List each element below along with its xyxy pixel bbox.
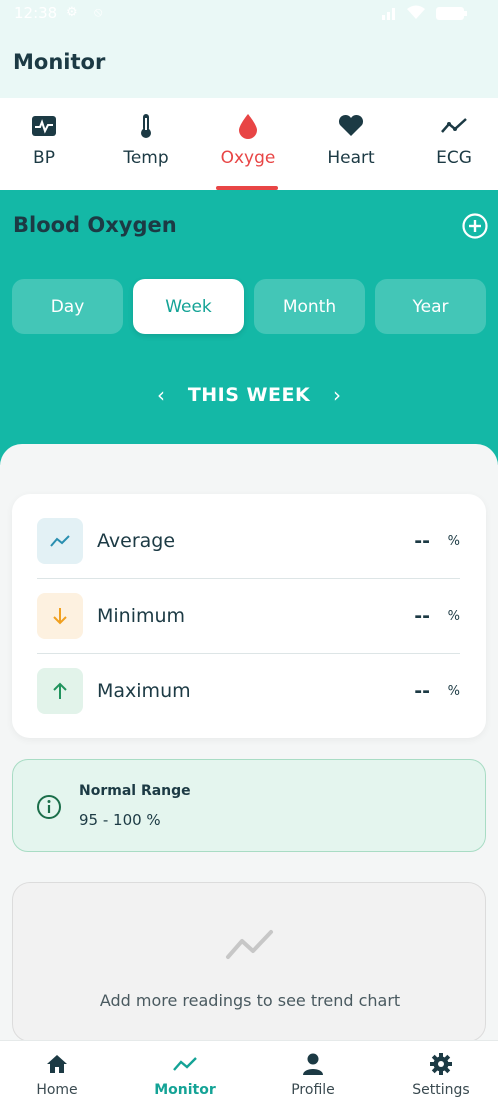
trend-chart-icon: [226, 930, 273, 959]
arrow-up-icon: [37, 668, 83, 714]
blood-oxygen-header: Blood Oxygen Day Week Month Year ‹ THIS …: [0, 190, 498, 465]
wifi-icon: [407, 5, 425, 19]
page-title: Monitor: [13, 50, 106, 74]
normal-range-card: Normal Range 95 - 100 %: [12, 759, 486, 852]
heart-icon: [338, 114, 364, 136]
nav-settings[interactable]: Settings: [386, 1041, 496, 1120]
nav-label: Profile: [291, 1082, 335, 1098]
person-icon: [303, 1053, 323, 1075]
arrow-down-icon: [37, 593, 83, 639]
week-label: THIS WEEK: [187, 384, 311, 406]
stat-label: Minimum: [97, 605, 186, 627]
tab-label: ECG: [436, 148, 472, 168]
info-icon: [37, 795, 61, 819]
stat-value: --: [414, 680, 430, 702]
app-header: Monitor: [0, 26, 498, 98]
tab-ecg[interactable]: ECG: [404, 98, 498, 190]
home-icon: [47, 1055, 67, 1073]
stat-row-maximum: Maximum -- %: [37, 644, 460, 719]
period-day-button[interactable]: Day: [12, 279, 123, 334]
tab-temp[interactable]: Temp: [96, 98, 196, 190]
battery-icon: [436, 7, 467, 20]
ecg-trend-icon: [441, 118, 467, 133]
settings-status-icon: ⚙: [66, 5, 78, 20]
week-navigator: ‹ THIS WEEK ›: [0, 380, 498, 410]
tab-oxygen[interactable]: Oxyge: [198, 98, 298, 190]
stats-card: Average -- % Minimum -- % Maximum -- %: [12, 494, 486, 738]
section-title: Blood Oxygen: [13, 213, 177, 237]
tab-heart[interactable]: Heart: [301, 98, 401, 190]
previous-week-button[interactable]: ‹: [146, 380, 176, 410]
signal-icon: [382, 8, 395, 20]
period-week-button[interactable]: Week: [133, 279, 244, 334]
stat-unit: %: [447, 534, 460, 549]
tab-label: Oxyge: [220, 148, 276, 168]
stat-row-average: Average -- %: [37, 494, 460, 569]
category-tabs: BP Temp Oxyge Heart ECG: [0, 98, 498, 190]
trend-icon: [37, 518, 83, 564]
thermometer-icon: [141, 114, 151, 138]
gear-icon: [430, 1053, 452, 1075]
nav-home[interactable]: Home: [2, 1041, 112, 1120]
status-bar: 12:38 ⚙ ⦸: [0, 0, 498, 26]
tab-label: Heart: [327, 148, 375, 168]
bottom-navigation: Home Monitor Profile Settings: [0, 1040, 498, 1120]
stat-unit: %: [447, 684, 460, 699]
nav-label: Settings: [412, 1082, 470, 1098]
empty-chart-message: Add more readings to see trend chart: [99, 991, 401, 1010]
tab-label: Temp: [123, 148, 169, 168]
nav-label: Home: [36, 1082, 78, 1098]
nav-monitor[interactable]: Monitor: [130, 1041, 240, 1120]
stat-value: --: [414, 530, 430, 552]
period-month-button[interactable]: Month: [254, 279, 365, 334]
tab-bp[interactable]: BP: [0, 98, 94, 190]
drop-icon: [239, 114, 257, 139]
stat-row-minimum: Minimum -- %: [37, 569, 460, 644]
status-time: 12:38: [14, 4, 58, 22]
add-reading-icon[interactable]: [461, 212, 489, 240]
stat-unit: %: [447, 609, 460, 624]
stat-label: Average: [97, 530, 176, 552]
stat-label: Maximum: [97, 680, 191, 702]
nav-profile[interactable]: Profile: [258, 1041, 368, 1120]
stat-value: --: [414, 605, 430, 627]
normal-range-title: Normal Range: [79, 783, 191, 799]
monitor-trend-icon: [173, 1057, 197, 1071]
normal-range-value: 95 - 100 %: [79, 811, 161, 829]
period-year-button[interactable]: Year: [375, 279, 486, 334]
do-not-disturb-icon: ⦸: [94, 5, 103, 20]
tab-label: BP: [33, 148, 55, 168]
bp-monitor-icon: [32, 116, 56, 136]
nav-label: Monitor: [154, 1082, 216, 1098]
next-week-button[interactable]: ›: [322, 380, 352, 410]
trend-chart-placeholder: Add more readings to see trend chart: [12, 882, 486, 1042]
